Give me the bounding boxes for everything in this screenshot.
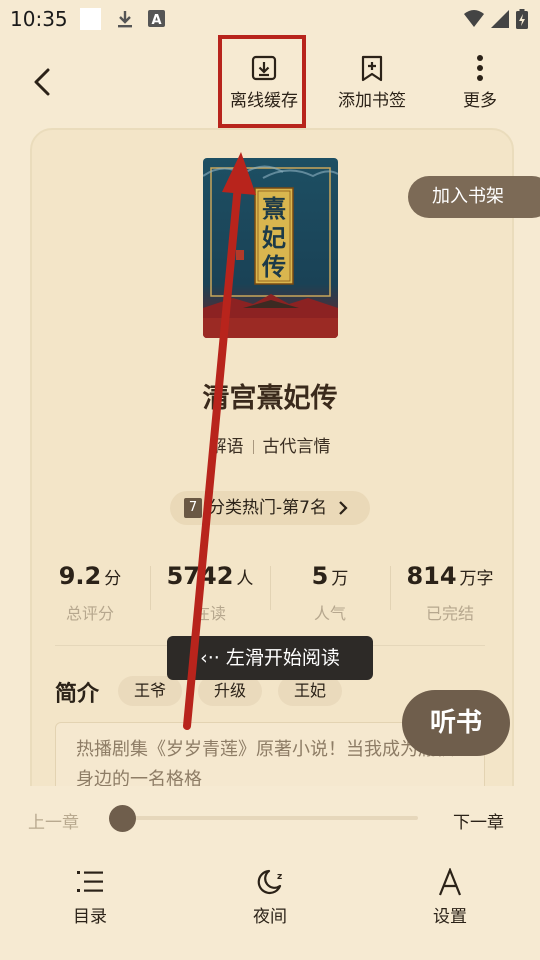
book-author[interactable]: 解语 [210,437,244,457]
catalog-list-icon [77,871,103,892]
stat-readers-label: 在读 [193,604,226,623]
stat-wordcount-value: 814 [406,562,457,590]
chevron-right-icon [339,501,348,515]
tag-chip[interactable]: 王妃 [278,676,343,706]
svg-text:A: A [151,13,161,28]
swipe-left-icon: ‹·· [200,647,220,669]
moon-icon: z [257,869,282,895]
download-icon [118,11,132,28]
settings-button[interactable]: 设置 [405,868,495,927]
night-mode-button[interactable]: z 夜间 [225,868,315,927]
notification-blank-icon [80,8,101,30]
catalog-button[interactable]: 目录 [45,868,135,927]
status-time: 10:35 [10,7,68,31]
settings-label: 设置 [433,907,467,927]
swipe-hint-text: 左滑开始阅读 [225,647,340,669]
stat-score-value: 9.2 [58,562,102,590]
stat-popularity: 5万 人气 [270,562,390,624]
stat-popularity-label: 人气 [313,604,346,623]
add-bookmark-button[interactable]: 添加书签 [330,54,414,111]
rank-badge: 7 [184,498,202,518]
cover-title: 熹妃传 [262,194,286,281]
stat-wordcount: 814 万字 已完结 [390,562,510,624]
stat-popularity-unit: 万 [331,569,349,589]
svg-text:z: z [277,872,282,882]
stat-readers: 5742 人 在读 [150,562,270,624]
intro-heading: 简介 [55,682,100,707]
stat-readers-value: 5742 [166,562,234,590]
meta-divider [252,440,254,454]
book-cover[interactable]: 熹妃传 [203,158,338,338]
more-button[interactable]: 更多 [448,54,512,111]
font-a-icon [438,868,462,896]
night-mode-label: 夜间 [253,907,287,927]
add-to-shelf-button[interactable]: 加入书架 [408,176,540,218]
wifi-icon [464,10,484,27]
stat-popularity-value: 5 [311,562,329,590]
more-label: 更多 [463,91,497,111]
next-chapter-button[interactable]: 下一章 [453,808,504,833]
a-square-icon: A [148,10,165,28]
add-bookmark-label: 添加书签 [338,91,406,111]
book-title: 清宫熹妃传 [202,383,338,414]
stat-score: 9.2 分 总评分 [30,562,150,624]
book-category[interactable]: 古代言情 [263,437,331,457]
more-vertical-icon [477,55,483,81]
tag-chip[interactable]: 王爷 [118,676,183,706]
listen-button[interactable]: 听书 [402,690,510,756]
stat-score-unit: 分 [104,569,122,589]
tag-chip[interactable]: 升级 [198,676,263,706]
slider-thumb[interactable] [108,805,136,832]
status-bar: 10:35 A [0,0,540,40]
battery-charging-icon [516,9,528,29]
back-arrow-icon[interactable] [30,68,54,96]
catalog-label: 目录 [73,907,107,927]
rank-text: 分类热门-第7名 [208,498,327,518]
rank-pill[interactable]: 7 分类热门-第7名 [170,491,370,525]
stat-readers-unit: 人 [236,569,254,589]
stat-score-label: 总评分 [65,604,114,623]
prev-chapter-button[interactable]: 上一章 [28,808,79,833]
signal-icon [491,10,509,28]
highlight-annotation-box [218,35,306,128]
stat-wordcount-unit: 万字 [459,569,494,589]
stat-wordcount-label: 已完结 [425,604,474,623]
swipe-hint-toast: ‹·· 左滑开始阅读 [167,636,373,680]
chapter-progress-slider[interactable] [122,816,418,820]
book-meta: 解语 古代言情 [0,432,540,457]
bookmark-add-icon [361,55,383,82]
